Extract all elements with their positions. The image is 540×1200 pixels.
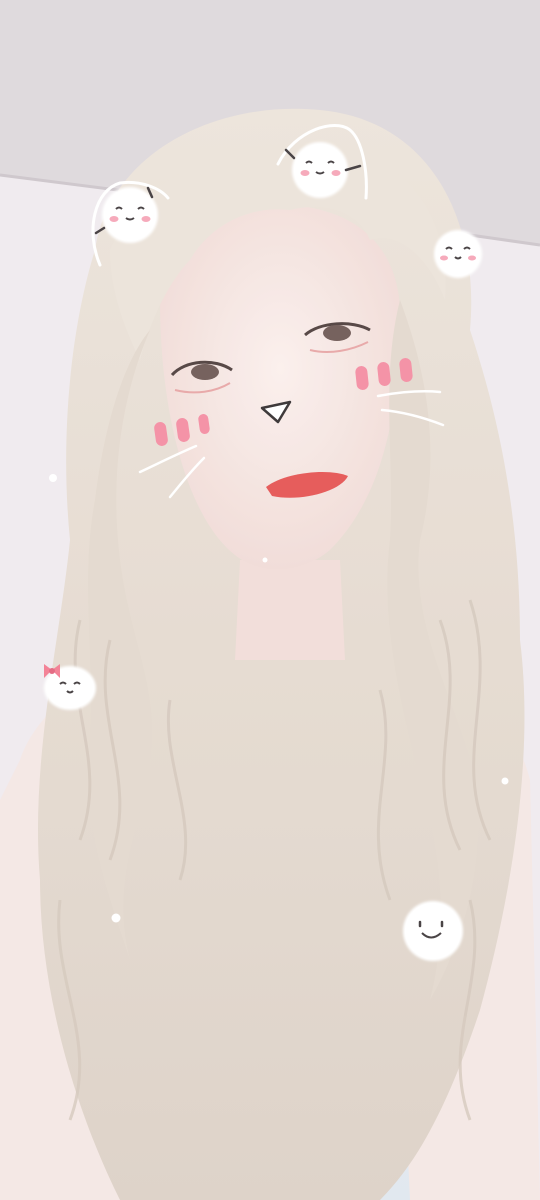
beauty-filter-glow xyxy=(0,0,540,1200)
camera-filter-photo xyxy=(0,0,540,1200)
